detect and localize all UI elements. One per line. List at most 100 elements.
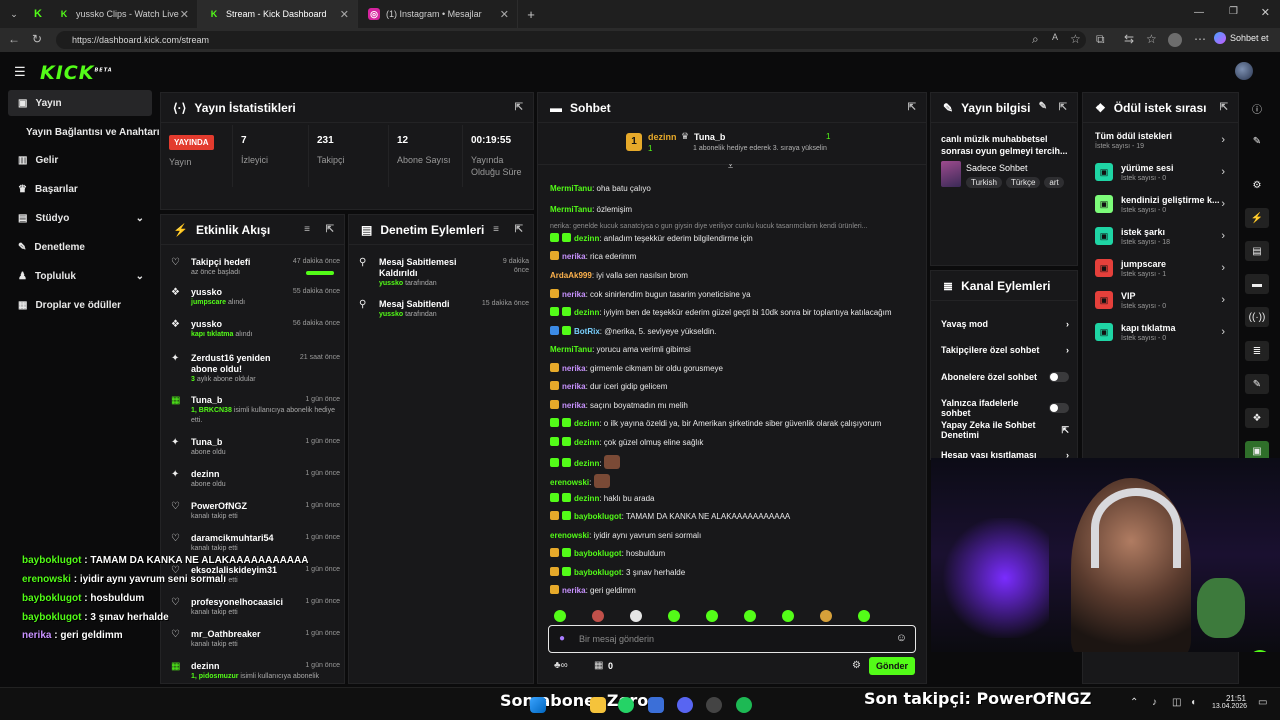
- emote-icon[interactable]: [858, 610, 870, 622]
- chat-username[interactable]: MermiTanu: [550, 205, 592, 214]
- reward-icon[interactable]: ❖: [1245, 408, 1269, 428]
- close-tab-icon[interactable]: ✕: [340, 8, 349, 21]
- slow-mode-action[interactable]: Yavaş mod ›: [941, 319, 1069, 329]
- sidebar-item-studyo[interactable]: ▤ Stüdyo ⌄: [8, 205, 152, 231]
- clock[interactable]: 21:51 13.04.2026: [1212, 694, 1247, 710]
- settings-icon[interactable]: ⚙: [1245, 175, 1269, 195]
- favorite-star-icon[interactable]: ☆: [1070, 32, 1081, 46]
- avatar[interactable]: [1168, 33, 1182, 47]
- tray-chevron-icon[interactable]: ⌃: [1130, 697, 1138, 708]
- chat-username[interactable]: MermiTanu: [550, 184, 592, 193]
- ai-moderation-action[interactable]: Yapay Zeka ile Sohbet Denetimi ⇱: [941, 420, 1069, 440]
- chat-username[interactable]: dezinn: [574, 234, 599, 243]
- copilot-button[interactable]: Sohbet et: [1214, 32, 1269, 44]
- maximize-button[interactable]: ❐: [1229, 6, 1238, 17]
- browser-tab-active[interactable]: K Stream - Kick Dashboard ✕: [198, 0, 358, 28]
- edit-icon[interactable]: ✎: [1245, 131, 1269, 151]
- toggle-switch[interactable]: [1049, 403, 1069, 413]
- close-tab-icon[interactable]: ✕: [500, 8, 509, 21]
- sidebar-item-droplar[interactable]: ▦ Droplar ve ödüller: [8, 292, 152, 318]
- chat-username[interactable]: dezinn: [574, 459, 599, 468]
- volume-icon[interactable]: ◖: [1190, 697, 1196, 708]
- hamburger-menu-icon[interactable]: ☰: [14, 64, 26, 80]
- more-icon[interactable]: ⋯: [1194, 32, 1206, 46]
- chat-username[interactable]: nerika: [562, 401, 586, 410]
- chat-username[interactable]: nerika: [562, 586, 586, 595]
- popout-icon[interactable]: ⇱: [515, 224, 523, 235]
- send-button[interactable]: Gönder: [869, 657, 915, 675]
- chat-username[interactable]: dezinn: [574, 419, 599, 428]
- subscribers-only-action[interactable]: Abonelere özel sohbet: [941, 372, 1069, 382]
- browser-tab[interactable]: ◎ (1) Instagram • Mesajlar ✕: [358, 0, 518, 28]
- chat-username[interactable]: nerika: [562, 290, 586, 299]
- close-tab-icon[interactable]: ✕: [180, 8, 189, 21]
- emote-icon[interactable]: [782, 610, 794, 622]
- chat-username[interactable]: nerika: [562, 252, 586, 261]
- emote-icon[interactable]: [820, 610, 832, 622]
- chat-icon[interactable]: ▬: [1245, 274, 1269, 294]
- chat-input-box[interactable]: ● Bir mesaj gönderin ☺: [548, 625, 916, 653]
- explorer-icon[interactable]: [590, 697, 606, 713]
- chat-username[interactable]: bayboklugot: [574, 549, 622, 558]
- tab-list-button[interactable]: ⌄: [0, 0, 28, 28]
- mic-icon[interactable]: ●: [559, 633, 565, 644]
- broadcast-icon[interactable]: ((·)): [1245, 307, 1269, 327]
- chat-username[interactable]: bayboklugot: [574, 512, 622, 521]
- spotify-icon[interactable]: [736, 697, 752, 713]
- new-tab-button[interactable]: +: [518, 7, 544, 22]
- whatsapp-icon[interactable]: [618, 697, 634, 713]
- popout-icon[interactable]: ⇱: [1220, 102, 1228, 113]
- wrench-icon[interactable]: ✎: [1245, 374, 1269, 394]
- emote-icon[interactable]: [706, 610, 718, 622]
- emote-icon[interactable]: [592, 610, 604, 622]
- bolt-icon[interactable]: ⚡: [1245, 208, 1269, 228]
- document-icon[interactable]: ▤: [1245, 241, 1269, 261]
- zoom-icon[interactable]: ⌕: [1032, 32, 1039, 47]
- minimize-button[interactable]: —: [1194, 7, 1204, 18]
- filter-icon[interactable]: ≡: [304, 224, 310, 235]
- tag[interactable]: Turkish: [966, 177, 1002, 188]
- kick-logo[interactable]: KICKBETA: [40, 62, 113, 84]
- windows-start-icon[interactable]: [530, 697, 546, 713]
- chat-username[interactable]: BotRix: [574, 327, 600, 336]
- toggle-switch[interactable]: [1049, 372, 1069, 382]
- chat-username[interactable]: nerika: [562, 382, 586, 391]
- users-icon[interactable]: ♣∞: [554, 660, 568, 671]
- refresh-icon[interactable]: ↻: [32, 32, 42, 46]
- info-icon[interactable]: ⓘ: [1245, 98, 1269, 118]
- settings-icon[interactable]: ⚙: [852, 660, 861, 671]
- browser-tab[interactable]: K yussko Clips - Watch Live on K ✕: [48, 0, 198, 28]
- popout-icon[interactable]: ⇱: [515, 102, 523, 113]
- scroll-down-icon[interactable]: ⩡: [728, 161, 733, 172]
- list-icon[interactable]: ≣: [1245, 341, 1269, 361]
- split-screen-icon[interactable]: ⇆: [1124, 32, 1134, 46]
- read-aloud-icon[interactable]: A: [1052, 32, 1058, 42]
- chat-username[interactable]: ArdaAk999: [550, 271, 592, 280]
- chat-username[interactable]: erenowski: [550, 531, 589, 540]
- chat-username[interactable]: erenowski: [550, 478, 589, 487]
- network-icon[interactable]: ◫: [1172, 697, 1181, 708]
- popout-icon[interactable]: ⇱: [908, 102, 916, 113]
- chat-username[interactable]: dezinn: [574, 438, 599, 447]
- back-icon[interactable]: ←: [8, 32, 20, 46]
- discord-icon[interactable]: [677, 697, 693, 713]
- emote-icon[interactable]: [554, 610, 566, 622]
- sidebar-item-yayin-baglantisi[interactable]: Yayın Bağlantısı ve Anahtarı: [8, 119, 160, 145]
- chat-username[interactable]: dezinn: [574, 494, 599, 503]
- favorites-icon[interactable]: ☆: [1146, 32, 1157, 46]
- store-icon[interactable]: ▦: [594, 660, 603, 671]
- edit-icon[interactable]: ✎: [1039, 101, 1047, 112]
- user-avatar[interactable]: [1235, 62, 1253, 80]
- sidebar-item-gelir[interactable]: ▥ Gelir: [8, 147, 152, 173]
- sidebar-item-basarilar[interactable]: ♛ Başarılar: [8, 176, 152, 202]
- chat-username[interactable]: dezinn: [574, 308, 599, 317]
- emote-icon[interactable]: [668, 610, 680, 622]
- chat-username[interactable]: bayboklugot: [574, 568, 622, 577]
- extensions-icon[interactable]: ⧉: [1096, 32, 1105, 47]
- emote-icon[interactable]: [630, 610, 642, 622]
- browser-icon[interactable]: [706, 697, 722, 713]
- mic-tray-icon[interactable]: ♪: [1152, 697, 1157, 708]
- emote-icon[interactable]: [744, 610, 756, 622]
- chat-username[interactable]: nerika: [562, 364, 586, 373]
- sidebar-item-yayin[interactable]: ▣ Yayın: [8, 90, 152, 116]
